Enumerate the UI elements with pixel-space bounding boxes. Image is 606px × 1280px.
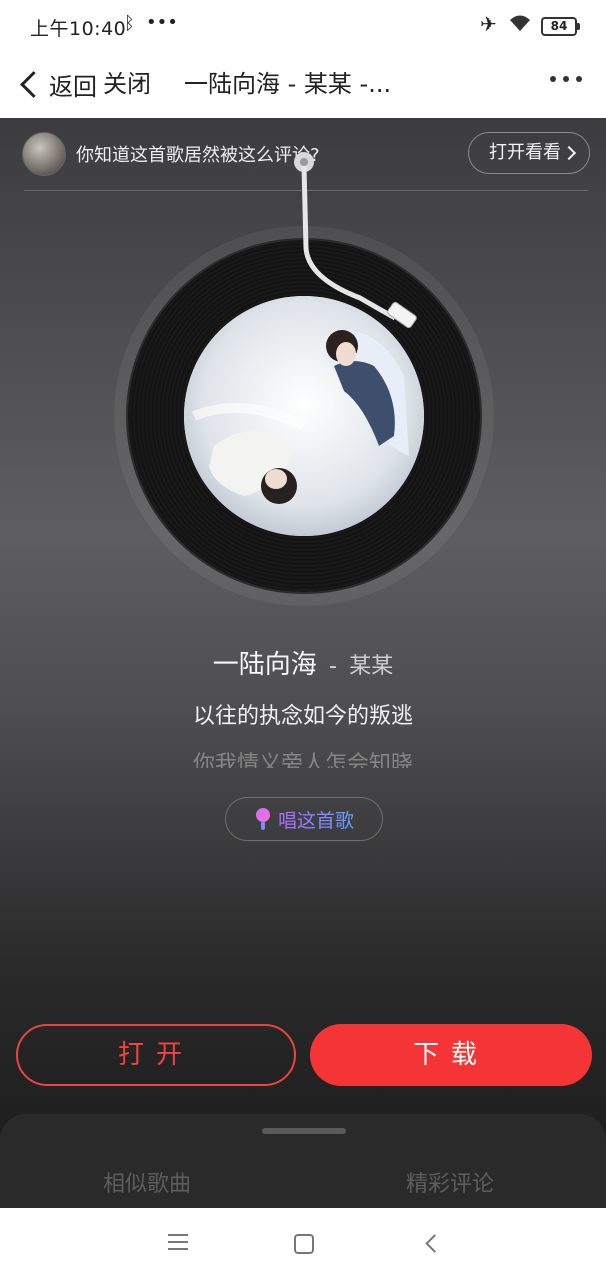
player-area: 你知道这首歌居然被这么评论? 打开看看 一陆向海 - 某某 以往的执念如今的叛逃… bbox=[0, 118, 606, 1208]
page-title: 一陆向海 - 某某 -... bbox=[184, 70, 392, 98]
download-button[interactable]: 下载 bbox=[310, 1024, 592, 1086]
battery-icon: 84 bbox=[541, 17, 580, 36]
tab-similar-songs[interactable]: 相似歌曲 bbox=[103, 1166, 191, 1198]
song-artist: 某某 bbox=[349, 654, 394, 679]
mic-icon bbox=[255, 808, 270, 830]
banner-text: 你知道这首歌居然被这么评论? bbox=[76, 145, 320, 166]
tab-hot-comments[interactable]: 精彩评论 bbox=[406, 1166, 494, 1198]
home-icon[interactable] bbox=[294, 1234, 314, 1254]
battery-level: 84 bbox=[550, 19, 568, 33]
album-art bbox=[184, 296, 424, 536]
back-label: 返回 bbox=[49, 72, 97, 101]
airplane-icon: ✈ bbox=[480, 12, 497, 36]
avatar bbox=[22, 132, 66, 176]
wifi-icon bbox=[510, 15, 530, 31]
status-dots: ••• bbox=[146, 12, 178, 33]
bottom-sheet: 相似歌曲 精彩评论 bbox=[0, 1114, 606, 1208]
status-time: 上午10:40 bbox=[30, 18, 127, 40]
nav-back-icon[interactable] bbox=[425, 1234, 444, 1253]
chevron-right-icon bbox=[561, 145, 577, 161]
back-button[interactable]: 返回 bbox=[18, 64, 97, 104]
open-look-button[interactable]: 打开看看 bbox=[468, 132, 590, 174]
open-app-button[interactable]: 打开 bbox=[16, 1024, 296, 1086]
status-bar: 上午10:40 ᛒ ••• ✈ 84 bbox=[0, 0, 606, 52]
close-button[interactable]: 关闭 bbox=[103, 64, 151, 104]
song-name: 一陆向海 bbox=[212, 650, 317, 680]
sheet-handle[interactable] bbox=[262, 1128, 346, 1134]
song-separator: - bbox=[329, 654, 337, 679]
webview-header: 返回 关闭 一陆向海 - 某某 -... bbox=[0, 52, 606, 118]
lyric-next: 你我情义旁人怎会知晓 bbox=[192, 752, 413, 768]
song-title-line: 一陆向海 - 某某 bbox=[0, 644, 606, 681]
more-icon[interactable] bbox=[546, 70, 586, 88]
bluetooth-icon: ᛒ bbox=[124, 13, 135, 34]
open-look-label: 打开看看 bbox=[489, 142, 561, 163]
system-nav-bar bbox=[0, 1208, 606, 1280]
sing-label: 唱这首歌 bbox=[278, 806, 354, 833]
menu-icon[interactable] bbox=[168, 1234, 188, 1252]
sing-this-song-button[interactable]: 唱这首歌 bbox=[225, 797, 383, 841]
lyric-current: 以往的执念如今的叛逃 bbox=[192, 704, 413, 729]
tonearm bbox=[294, 152, 417, 328]
back-chevron-icon bbox=[20, 70, 47, 98]
